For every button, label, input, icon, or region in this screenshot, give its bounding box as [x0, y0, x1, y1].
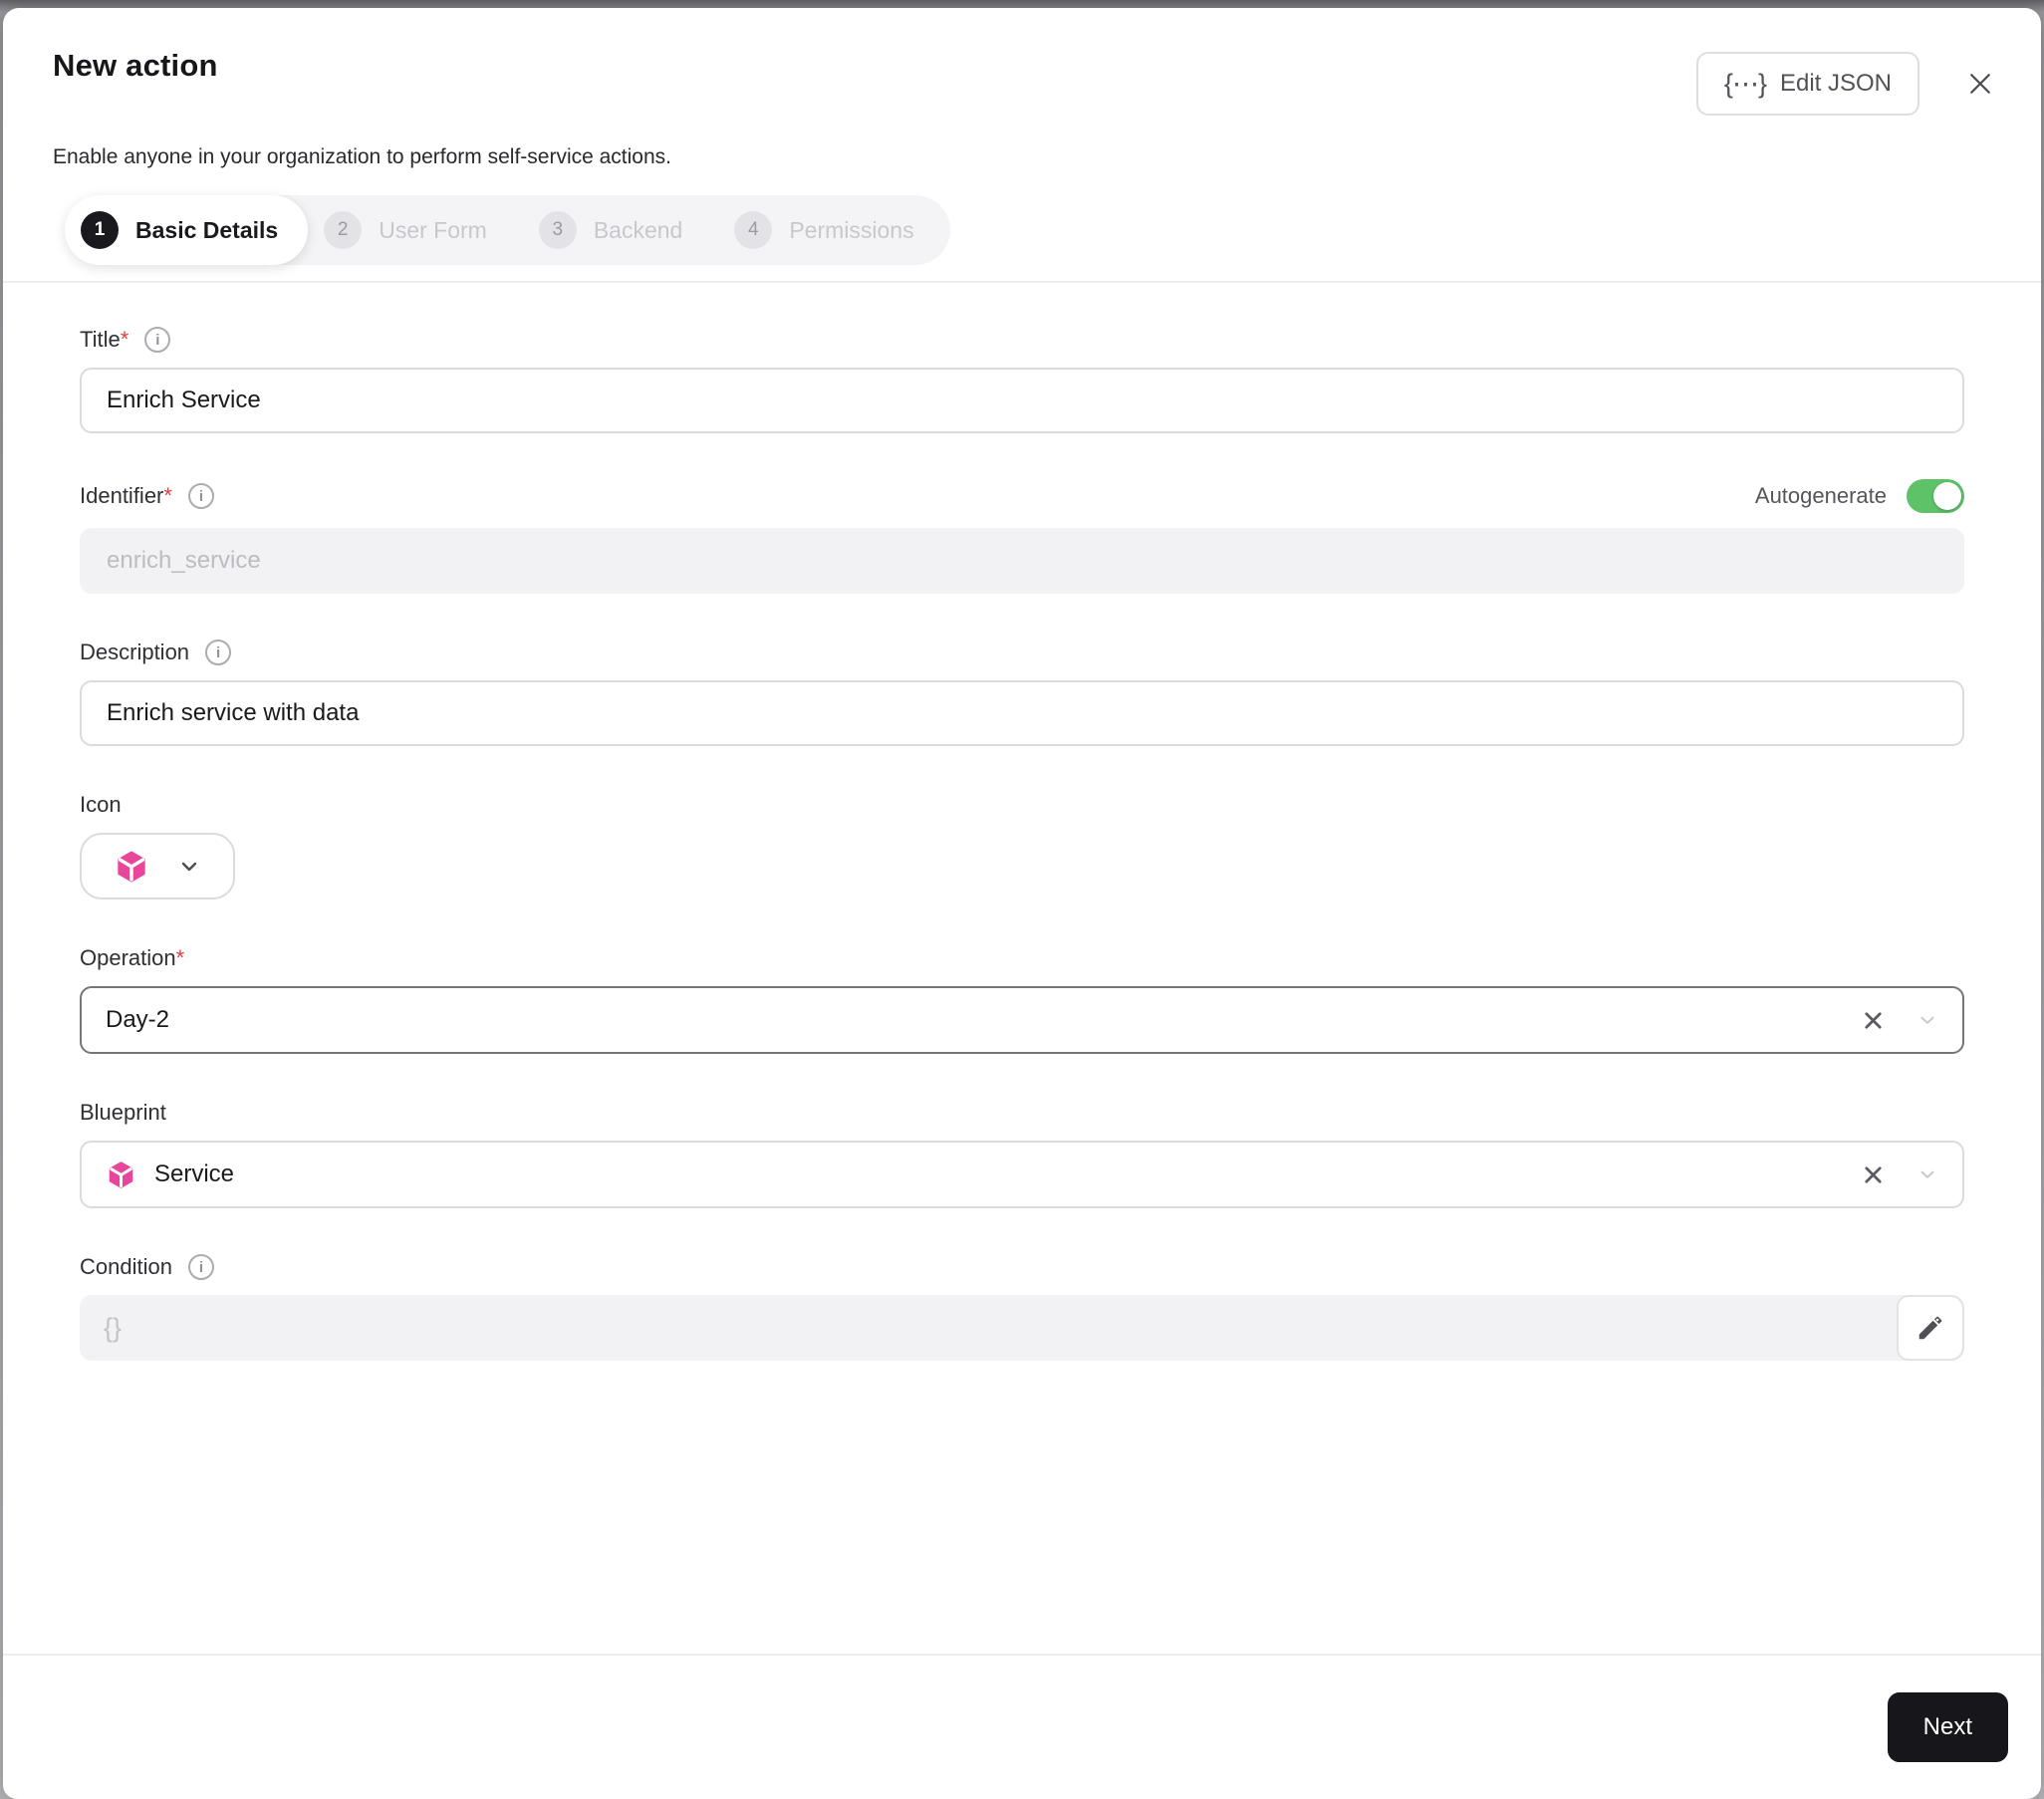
required-asterisk: * — [120, 327, 129, 352]
step-permissions[interactable]: 4 Permissions — [718, 195, 949, 265]
step-backend[interactable]: 3 Backend — [523, 195, 719, 265]
clear-x-icon — [1865, 1011, 1882, 1029]
toggle-knob — [1933, 482, 1961, 510]
step-user-form[interactable]: 2 User Form — [308, 195, 523, 265]
json-braces-icon: {⋯} — [1723, 68, 1767, 99]
required-asterisk: * — [175, 945, 185, 970]
clear-selection-button[interactable] — [1860, 1007, 1887, 1034]
description-input[interactable] — [80, 680, 1964, 746]
modal-subtitle: Enable anyone in your organization to pe… — [53, 145, 671, 168]
modal-footer: Next — [3, 1654, 2041, 1799]
autogenerate-label: Autogenerate — [1754, 483, 1887, 508]
pencil-icon — [1918, 1316, 1942, 1340]
condition-placeholder: {} — [104, 1312, 123, 1343]
step-number: 2 — [324, 211, 363, 249]
info-icon[interactable]: i — [187, 483, 214, 509]
operation-value: Day-2 — [106, 1006, 170, 1033]
edit-json-button[interactable]: {⋯} Edit JSON — [1695, 52, 1919, 116]
condition-input: {} — [80, 1295, 1964, 1361]
identifier-label: Identifier* — [80, 483, 172, 508]
step-label: Basic Details — [135, 216, 279, 243]
title-input[interactable] — [80, 368, 1964, 433]
icon-dropdown[interactable] — [80, 833, 235, 900]
close-icon — [1970, 74, 1990, 94]
chevron-down-icon — [181, 862, 197, 871]
step-basic-details[interactable]: 1 Basic Details — [65, 195, 309, 265]
basic-details-form: Title* i Identifier* i Autogenerate — [3, 283, 2041, 1654]
page-title: New action — [53, 48, 218, 83]
service-cube-icon — [118, 850, 145, 883]
operation-field-group: Operation* Day-2 — [80, 945, 1964, 1054]
description-label: Description — [80, 640, 190, 664]
next-button[interactable]: Next — [1887, 1692, 2008, 1762]
autogenerate-toggle[interactable] — [1907, 479, 1964, 513]
close-button[interactable] — [1961, 65, 1999, 103]
edit-json-label: Edit JSON — [1779, 70, 1892, 97]
info-icon[interactable]: i — [144, 327, 171, 353]
new-action-modal: New action {⋯} Edit JSON Enable anyone i… — [3, 8, 2041, 1799]
select-expand-button[interactable] — [1916, 1163, 1938, 1185]
info-icon[interactable]: i — [205, 640, 232, 665]
step-number: 4 — [734, 211, 773, 249]
operation-select[interactable]: Day-2 — [80, 986, 1964, 1054]
info-icon[interactable]: i — [187, 1254, 214, 1280]
step-label: User Form — [379, 216, 487, 243]
title-label: Title* — [80, 327, 129, 352]
identifier-field-group: Identifier* i Autogenerate — [80, 479, 1964, 594]
condition-field-group: Condition i {} — [80, 1254, 1964, 1361]
step-label: Permissions — [789, 216, 914, 243]
blueprint-value: Service — [154, 1160, 235, 1187]
edit-condition-button[interactable] — [1897, 1295, 1964, 1361]
select-expand-button[interactable] — [1916, 1009, 1938, 1031]
step-label: Backend — [593, 216, 683, 243]
step-number: 1 — [81, 211, 119, 249]
chevron-down-icon — [1920, 1170, 1934, 1178]
step-number: 3 — [538, 211, 577, 249]
required-asterisk: * — [163, 483, 172, 508]
modal-header: New action {⋯} Edit JSON Enable anyone i… — [3, 8, 2041, 265]
operation-label: Operation* — [80, 945, 185, 970]
icon-field-group: Icon — [80, 792, 1964, 900]
description-field-group: Description i — [80, 640, 1964, 746]
clear-x-icon — [1865, 1165, 1882, 1183]
blueprint-field-group: Blueprint Service — [80, 1100, 1964, 1208]
title-field-group: Title* i — [80, 327, 1964, 433]
blueprint-label: Blueprint — [80, 1100, 166, 1125]
stepper: 1 Basic Details 2 User Form 3 Backend 4 … — [65, 195, 950, 265]
service-cube-icon — [106, 1159, 136, 1190]
identifier-input — [80, 528, 1964, 594]
clear-selection-button[interactable] — [1860, 1161, 1887, 1188]
chevron-down-icon — [1920, 1016, 1934, 1024]
blueprint-select[interactable]: Service — [80, 1141, 1964, 1208]
condition-label: Condition — [80, 1254, 172, 1279]
icon-label: Icon — [80, 792, 122, 817]
